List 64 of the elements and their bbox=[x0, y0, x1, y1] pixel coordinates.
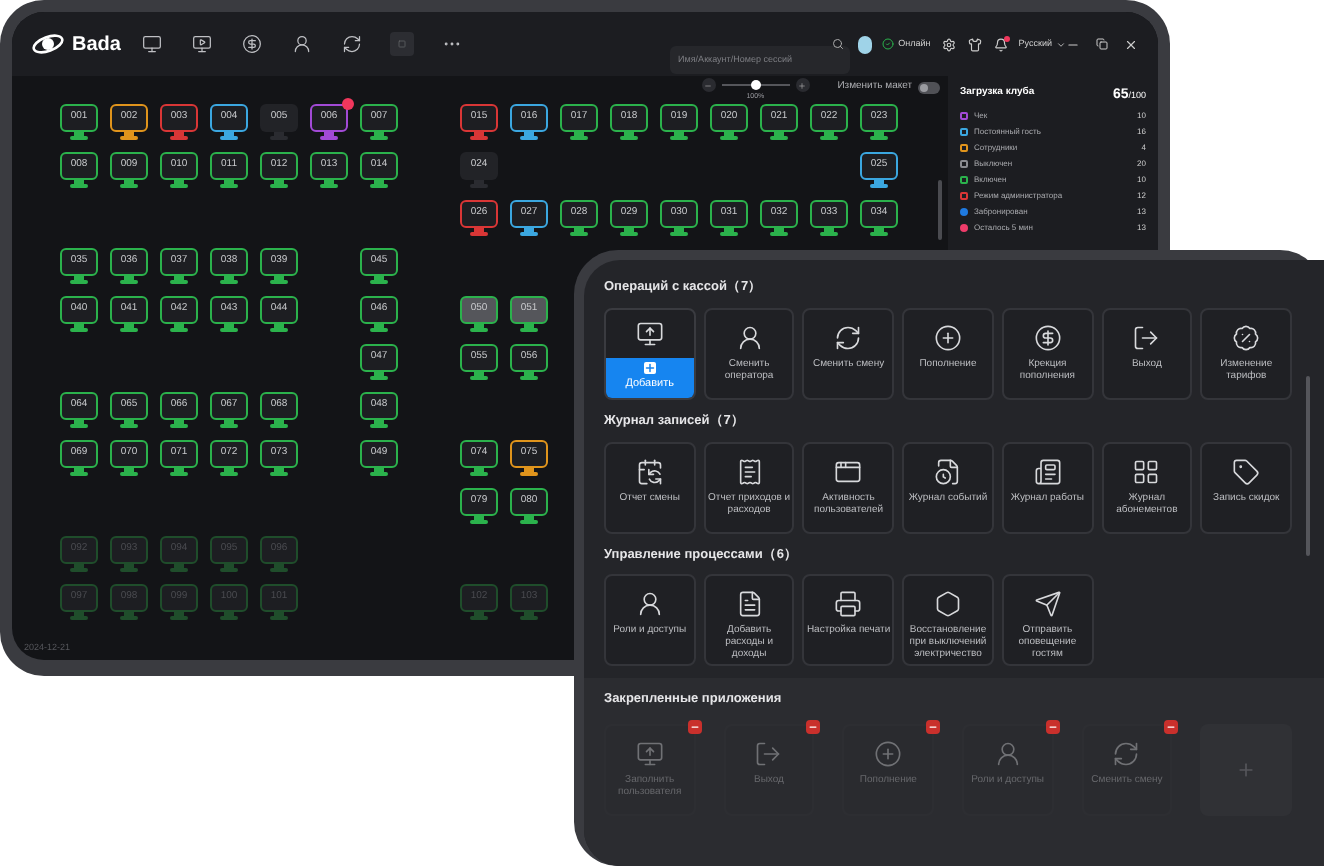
remove-button[interactable] bbox=[806, 720, 821, 734]
avatar[interactable] bbox=[857, 35, 873, 53]
monitor-upload-icon bbox=[635, 740, 664, 768]
app-name: Bada bbox=[72, 31, 121, 59]
remove-button[interactable] bbox=[1045, 720, 1060, 734]
grid-icon bbox=[1132, 457, 1161, 485]
window-icon bbox=[834, 457, 863, 485]
coin-button[interactable] bbox=[240, 32, 265, 56]
document-icon bbox=[735, 590, 764, 619]
shirt-icon[interactable] bbox=[968, 37, 983, 51]
person-icon bbox=[993, 740, 1022, 768]
monitor-play-icon bbox=[192, 34, 213, 54]
monitor-button[interactable] bbox=[140, 32, 165, 56]
paper-plane-icon bbox=[1033, 590, 1062, 619]
minus-icon bbox=[689, 722, 700, 732]
zoom-out-button[interactable] bbox=[701, 78, 716, 92]
minus-icon bbox=[1047, 722, 1058, 732]
remove-button[interactable] bbox=[687, 720, 702, 734]
online-icon bbox=[882, 38, 895, 50]
restore-icon[interactable] bbox=[1096, 38, 1108, 50]
exit-icon bbox=[1132, 323, 1161, 352]
monitor-upload-icon bbox=[635, 319, 664, 348]
receipt-icon bbox=[735, 457, 764, 485]
person-button[interactable] bbox=[290, 32, 315, 56]
minus-icon bbox=[928, 722, 938, 732]
minus-icon bbox=[704, 81, 713, 89]
plus-icon bbox=[798, 81, 807, 89]
monitor-icon bbox=[142, 34, 163, 54]
layout-toggle[interactable] bbox=[918, 81, 940, 94]
minus-icon bbox=[808, 722, 819, 732]
hexagon-icon bbox=[933, 590, 962, 619]
file-clock-icon bbox=[933, 457, 962, 485]
coin-icon bbox=[242, 34, 263, 54]
exit-icon bbox=[754, 740, 783, 768]
scrollbar[interactable] bbox=[1306, 376, 1310, 556]
logo-icon bbox=[32, 32, 64, 56]
caret-icon bbox=[1055, 39, 1066, 49]
circle-plus-icon bbox=[933, 323, 962, 352]
cycle-arrows-icon bbox=[834, 323, 863, 352]
printer-icon bbox=[834, 590, 863, 619]
plus-icon bbox=[643, 362, 656, 375]
coin-icon bbox=[1033, 323, 1062, 352]
monitor-play-button[interactable] bbox=[190, 32, 215, 56]
settings-icon[interactable] bbox=[942, 37, 957, 51]
bell-icon[interactable] bbox=[994, 37, 1009, 51]
cycle-arrows-button[interactable] bbox=[340, 32, 365, 56]
plus-icon bbox=[1236, 760, 1257, 780]
close-icon[interactable] bbox=[1124, 37, 1138, 51]
remove-button[interactable] bbox=[1164, 720, 1179, 734]
minus-icon bbox=[1166, 722, 1177, 732]
zoom-in-button[interactable] bbox=[795, 78, 810, 92]
newspaper-icon bbox=[1033, 457, 1062, 485]
search-icon bbox=[831, 38, 844, 50]
tag-icon bbox=[1232, 457, 1261, 485]
person-icon bbox=[635, 590, 664, 619]
circle-plus-icon bbox=[874, 740, 903, 768]
cycle-arrows-icon bbox=[1112, 740, 1141, 768]
remove-button[interactable] bbox=[926, 720, 940, 734]
person-icon bbox=[292, 34, 313, 54]
person-icon bbox=[735, 323, 764, 352]
calendar-icon bbox=[635, 457, 664, 485]
scrollbar[interactable] bbox=[938, 180, 942, 240]
cycle-arrows-icon bbox=[342, 34, 363, 54]
percent-icon bbox=[1232, 323, 1261, 352]
